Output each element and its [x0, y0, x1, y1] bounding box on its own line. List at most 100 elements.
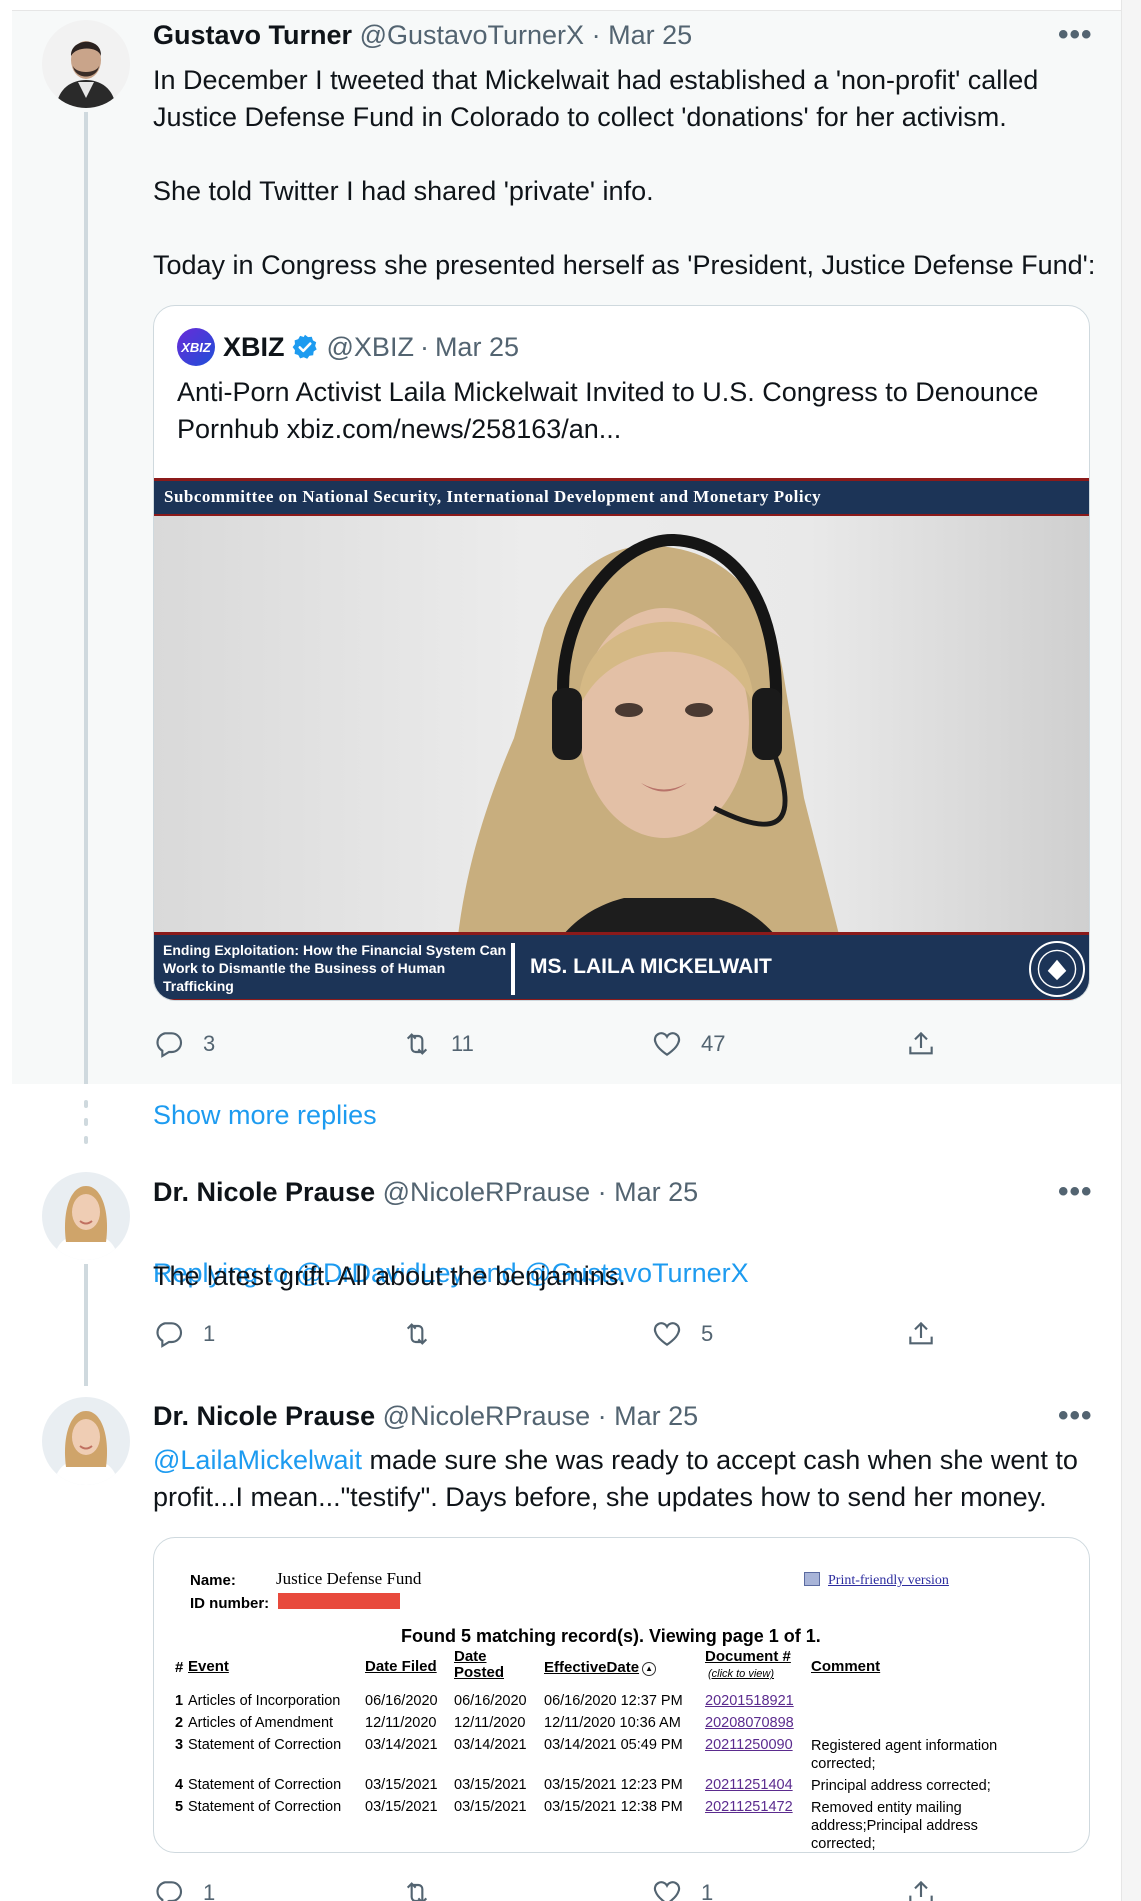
quoted-tweet[interactable]: XBIZ XBIZ @XBIZ · Mar 25 Anti-Porn Activ… — [153, 305, 1090, 1001]
like-button[interactable]: 1 — [651, 1877, 713, 1901]
row-effective-date: 03/14/2021 05:49 PM — [544, 1737, 683, 1753]
row-document-link: 20208070898 — [705, 1715, 794, 1731]
row-effective-date: 06/16/2020 12:37 PM — [544, 1693, 683, 1709]
share-button[interactable] — [905, 1318, 955, 1350]
retweet-count: 11 — [451, 1031, 474, 1056]
like-count: 47 — [701, 1031, 726, 1056]
name-label: Name: — [190, 1572, 236, 1589]
tweet-header: Dr. Nicole Prause @NicoleRPrause · Mar 2… — [153, 1401, 698, 1432]
records-found-summary: Found 5 matching record(s). Viewing page… — [401, 1626, 821, 1646]
reply-button[interactable]: 1 — [153, 1318, 215, 1350]
tweet-header: Gustavo Turner @GustavoTurnerX · Mar 25 — [153, 20, 692, 51]
row-num: 4 — [175, 1777, 183, 1793]
tweet-date[interactable]: Mar 25 — [614, 1401, 698, 1431]
separator: · — [591, 20, 601, 50]
divider — [511, 943, 515, 995]
scrollbar-track[interactable] — [1121, 0, 1141, 1901]
row-event: Statement of Correction — [188, 1737, 342, 1753]
author-name[interactable]: Dr. Nicole Prause — [153, 1401, 375, 1431]
row-date-posted: 03/15/2021 — [454, 1777, 527, 1793]
row-date-posted: 06/16/2020 — [454, 1693, 527, 1709]
speaker-name: MS. LAILA MICKELWAIT — [530, 955, 772, 978]
avatar-gustavo-turner[interactable] — [42, 20, 130, 108]
heart-icon — [653, 1881, 681, 1901]
like-count: 1 — [701, 1880, 714, 1901]
author-handle[interactable]: @NicoleRPrause — [383, 1401, 590, 1431]
quoted-tweet-header: XBIZ XBIZ @XBIZ · Mar 25 — [177, 328, 519, 366]
mention-link[interactable]: @LailaMickelwait — [153, 1445, 362, 1475]
timeline: Gustavo Turner @GustavoTurnerX · Mar 25 … — [0, 0, 1141, 1901]
author-name[interactable]: Gustavo Turner — [153, 20, 352, 50]
like-button[interactable]: 5 — [651, 1318, 713, 1350]
print-friendly-label: Print-friendly version — [828, 1573, 949, 1588]
author-name[interactable]: Dr. Nicole Prause — [153, 1177, 375, 1207]
more-options-icon[interactable]: ••• — [1058, 1175, 1093, 1209]
author-handle[interactable]: @NicoleRPrause — [383, 1177, 590, 1207]
row-date-posted: 03/14/2021 — [454, 1737, 527, 1753]
more-options-icon[interactable]: ••• — [1058, 18, 1093, 52]
verified-badge-icon — [292, 334, 317, 359]
hearing-title: Ending Exploitation: How the Financial S… — [163, 942, 507, 994]
tweet-actions: 3 11 47 — [153, 1028, 1053, 1062]
quoted-author-name: XBIZ — [223, 331, 285, 362]
row-event: Articles of Incorporation — [188, 1693, 341, 1709]
video-lower-third: Ending Exploitation: How the Financial S… — [154, 932, 1089, 1000]
row-num: 1 — [175, 1693, 183, 1709]
row-num-value: 4 — [175, 1777, 184, 1793]
reply-count: 3 — [203, 1031, 216, 1056]
tweet-date[interactable]: Mar 25 — [614, 1177, 698, 1207]
avatar-nicole-prause[interactable] — [42, 1172, 130, 1260]
quoted-text-link[interactable]: xbiz.com/news/258163/an... — [287, 414, 622, 444]
print-friendly-link: Print-friendly version — [804, 1572, 949, 1589]
like-button[interactable]: 47 — [651, 1028, 725, 1060]
row-event: Statement of Correction — [188, 1777, 342, 1793]
row-num-value: 2 — [175, 1715, 184, 1731]
row-document-link: 20211251404 — [705, 1777, 793, 1793]
row-date-filed: 06/16/2020 — [365, 1693, 438, 1709]
share-button[interactable] — [905, 1028, 955, 1060]
speaker-photo-icon — [454, 533, 854, 1000]
retweet-button[interactable]: 11 — [401, 1028, 474, 1060]
reply-button[interactable]: 1 — [153, 1877, 215, 1901]
row-num: 2 — [175, 1715, 183, 1731]
video-still[interactable]: Subcommittee on National Security, Inter… — [154, 478, 1089, 1000]
retweet-icon — [406, 1323, 428, 1345]
sort-asc-icon: ▲ — [642, 1662, 657, 1676]
thread-gap-dots — [84, 1100, 88, 1154]
row-date-filed: 03/15/2021 — [365, 1799, 438, 1815]
tweet-header: Dr. Nicole Prause @NicoleRPrause · Mar 2… — [153, 1177, 698, 1208]
document-image[interactable]: Name: Justice Defense Fund ID number: Pr… — [153, 1537, 1090, 1853]
col-document-sub: (click to view) — [708, 1668, 775, 1680]
retweet-button[interactable] — [401, 1877, 451, 1901]
row-date-filed: 12/11/2020 — [365, 1715, 437, 1731]
avatar-photo-icon — [42, 20, 130, 108]
col-document: Document # — [705, 1648, 791, 1665]
retweet-button[interactable] — [401, 1318, 451, 1350]
col-effective-date: EffectiveDate ▲ — [544, 1660, 657, 1676]
share-button[interactable] — [905, 1877, 955, 1901]
tweet-text: In December I tweeted that Mickelwait ha… — [153, 65, 1096, 280]
more-options-icon[interactable]: ••• — [1058, 1399, 1093, 1433]
retweet-icon — [406, 1882, 428, 1901]
row-effective-date: 03/15/2021 12:23 PM — [544, 1777, 683, 1793]
redaction-bar — [278, 1593, 400, 1609]
avatar-nicole-prause[interactable] — [42, 1397, 130, 1485]
author-handle[interactable]: @GustavoTurnerX — [360, 20, 585, 50]
row-date-posted: 12/11/2020 — [454, 1715, 526, 1731]
tweet-actions: 1 5 — [153, 1318, 1053, 1352]
heart-icon — [653, 1032, 681, 1056]
quoted-author-handle: @XBIZ — [326, 331, 414, 362]
tweet-text: @LailaMickelwait made sure she was ready… — [153, 1442, 1098, 1516]
row-comment: Registered agent information corrected; — [811, 1738, 998, 1772]
tweet-date[interactable]: Mar 25 — [608, 20, 692, 50]
tweet-text: The latest grift. All about the benjamin… — [153, 1261, 626, 1291]
row-effective-date: 03/15/2021 12:38 PM — [544, 1799, 683, 1815]
printer-icon — [804, 1572, 820, 1586]
avatar-photo-icon — [42, 1397, 130, 1485]
show-more-replies-link[interactable]: Show more replies — [153, 1100, 377, 1131]
reply-button[interactable]: 3 — [153, 1028, 215, 1060]
thread-line — [84, 112, 88, 1084]
heart-icon — [653, 1322, 681, 1346]
reply-icon — [156, 1032, 183, 1058]
share-icon — [909, 1031, 933, 1055]
